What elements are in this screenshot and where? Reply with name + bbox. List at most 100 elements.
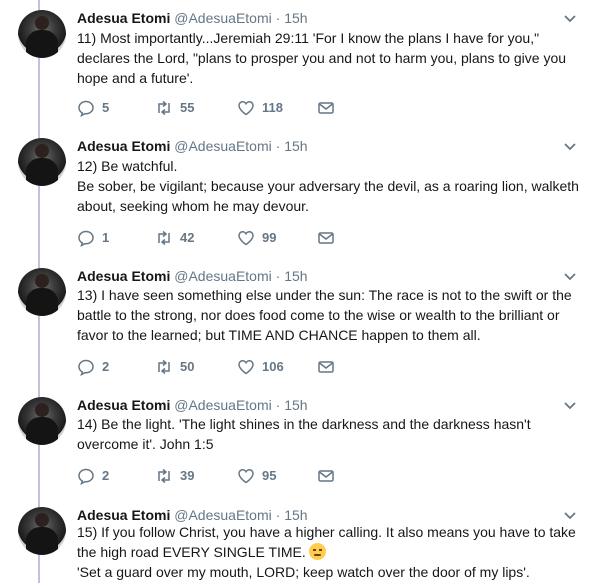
reply-icon (78, 468, 94, 485)
tweet-text-line: 12) Be watchful. (77, 158, 178, 174)
like-count: 118 (262, 100, 283, 115)
reply-button[interactable]: 5 (77, 98, 109, 118)
reply-button[interactable]: 2 (77, 357, 109, 377)
tweet-text: 13) I have seen something else under the… (77, 285, 577, 345)
envelope-icon (318, 361, 334, 373)
reply-count: 2 (102, 468, 110, 483)
tweet-15[interactable]: Adesua Etomi @AdesuaEtomi · 15h 15) If y… (0, 497, 592, 583)
avatar[interactable] (18, 507, 66, 555)
heart-icon (238, 101, 254, 116)
retweet-button[interactable]: 39 (155, 466, 194, 486)
tweet-text-line: 14) Be the light. 'The light shines in t… (77, 416, 531, 432)
direct-message-button[interactable] (317, 98, 335, 118)
timestamp[interactable]: 15h (284, 507, 307, 523)
avatar[interactable] (18, 138, 66, 186)
author-handle[interactable]: @AdesuaEtomi (174, 507, 271, 523)
author-handle[interactable]: @AdesuaEtomi (174, 138, 271, 154)
separator-dot: · (275, 138, 281, 154)
chevron-down-icon[interactable] (562, 397, 578, 413)
like-count: 95 (262, 468, 277, 483)
direct-message-button[interactable] (317, 357, 335, 377)
like-button[interactable]: 99 (237, 228, 276, 248)
tweet-text-line: hope and a future'. (77, 70, 194, 86)
tweet-12[interactable]: Adesua Etomi @AdesuaEtomi · 15h 12) Be w… (0, 128, 592, 258)
timestamp[interactable]: 15h (284, 138, 307, 154)
retweet-count: 55 (180, 100, 195, 115)
separator-dot: · (275, 268, 281, 284)
timestamp[interactable]: 15h (284, 10, 307, 26)
separator-dot: · (275, 507, 281, 523)
tweet-13[interactable]: Adesua Etomi @AdesuaEtomi · 15h 13) I ha… (0, 258, 592, 388)
reply-count: 5 (102, 100, 110, 115)
timestamp[interactable]: 15h (284, 268, 307, 284)
direct-message-button[interactable] (317, 228, 335, 248)
tweet-text-line: Be sober, be vigilant; because your adve… (77, 178, 579, 194)
tweet-actions: 2 39 95 (77, 466, 377, 486)
separator-dot: · (275, 10, 281, 26)
tweet-actions: 5 55 118 (77, 98, 377, 118)
retweet-count: 42 (180, 230, 195, 245)
like-count: 106 (262, 359, 284, 374)
tweet-text-line: 11) Most importantly...Jeremiah 29:11 'F… (77, 30, 540, 46)
chevron-down-icon[interactable] (562, 268, 578, 284)
heart-icon (238, 231, 254, 246)
separator-dot: · (275, 397, 281, 413)
like-button[interactable]: 95 (237, 466, 276, 486)
author-handle[interactable]: @AdesuaEtomi (174, 268, 271, 284)
chevron-down-icon[interactable] (562, 507, 578, 523)
avatar[interactable] (18, 268, 66, 316)
like-button[interactable]: 106 (237, 357, 284, 377)
reply-icon (78, 230, 94, 247)
envelope-icon (318, 470, 334, 482)
tweet-14[interactable]: Adesua Etomi @AdesuaEtomi · 15h 14) Be t… (0, 387, 592, 497)
retweet-icon (158, 359, 170, 375)
retweet-icon (158, 468, 170, 484)
chevron-down-icon[interactable] (562, 138, 578, 154)
author-handle[interactable]: @AdesuaEtomi (174, 10, 271, 26)
reply-icon (78, 100, 94, 117)
heart-icon (238, 469, 254, 484)
retweet-icon (158, 100, 170, 116)
reply-icon (78, 359, 94, 376)
tweet-text-line: battle to the strong, nor does food come… (77, 307, 560, 323)
author-name[interactable]: Adesua Etomi (77, 268, 170, 284)
author-name[interactable]: Adesua Etomi (77, 138, 170, 154)
retweet-button[interactable]: 50 (155, 357, 194, 377)
retweet-button[interactable]: 55 (155, 98, 194, 118)
author-name[interactable]: Adesua Etomi (77, 507, 170, 523)
tweet-actions: 1 42 99 (77, 228, 377, 248)
author-name[interactable]: Adesua Etomi (77, 10, 170, 26)
author-name[interactable]: Adesua Etomi (77, 397, 170, 413)
unamused-face-emoji-icon (308, 543, 326, 560)
tweet-text-segment: the high road EVERY SINGLE TIME. (77, 544, 306, 560)
tweet-11[interactable]: Adesua Etomi @AdesuaEtomi · 15h 11) Most… (0, 0, 592, 128)
tweet-text: 12) Be watchful. Be sober, be vigilant; … (77, 156, 579, 216)
direct-message-button[interactable] (317, 466, 335, 486)
like-button[interactable]: 118 (237, 98, 283, 118)
reply-count: 2 (102, 359, 110, 374)
tweet-header: Adesua Etomi @AdesuaEtomi · 15h (77, 267, 308, 285)
tweet-header: Adesua Etomi @AdesuaEtomi · 15h (77, 9, 308, 27)
tweet-text-line-with-emoji: the high road EVERY SINGLE TIME. (77, 542, 577, 562)
author-handle[interactable]: @AdesuaEtomi (174, 397, 271, 413)
chevron-down-icon[interactable] (562, 10, 578, 26)
tweet-text-line: 'Set a guard over my mouth, LORD; keep w… (77, 564, 530, 580)
retweet-icon (158, 230, 170, 246)
tweet-text-line: about, seeking whom he may devour. (77, 198, 309, 214)
tweet-text-line: overcome it'. John 1:5 (77, 436, 214, 452)
envelope-icon (318, 102, 334, 114)
reply-button[interactable]: 1 (77, 228, 109, 248)
reply-button[interactable]: 2 (77, 466, 109, 486)
retweet-count: 39 (180, 468, 195, 483)
tweet-text: 15) If you follow Christ, you have a hig… (77, 522, 577, 582)
timestamp[interactable]: 15h (284, 397, 307, 413)
tweet-text-line: 13) I have seen something else under the… (77, 287, 572, 303)
tweet-text: 14) Be the light. 'The light shines in t… (77, 414, 577, 454)
avatar[interactable] (18, 397, 66, 445)
retweet-button[interactable]: 42 (155, 228, 194, 248)
tweet-header: Adesua Etomi @AdesuaEtomi · 15h (77, 137, 308, 155)
tweet-text-line: declares the Lord, "plans to prosper you… (77, 50, 567, 66)
tweet-actions: 2 50 106 (77, 357, 377, 377)
like-count: 99 (262, 230, 277, 245)
avatar[interactable] (18, 10, 66, 58)
